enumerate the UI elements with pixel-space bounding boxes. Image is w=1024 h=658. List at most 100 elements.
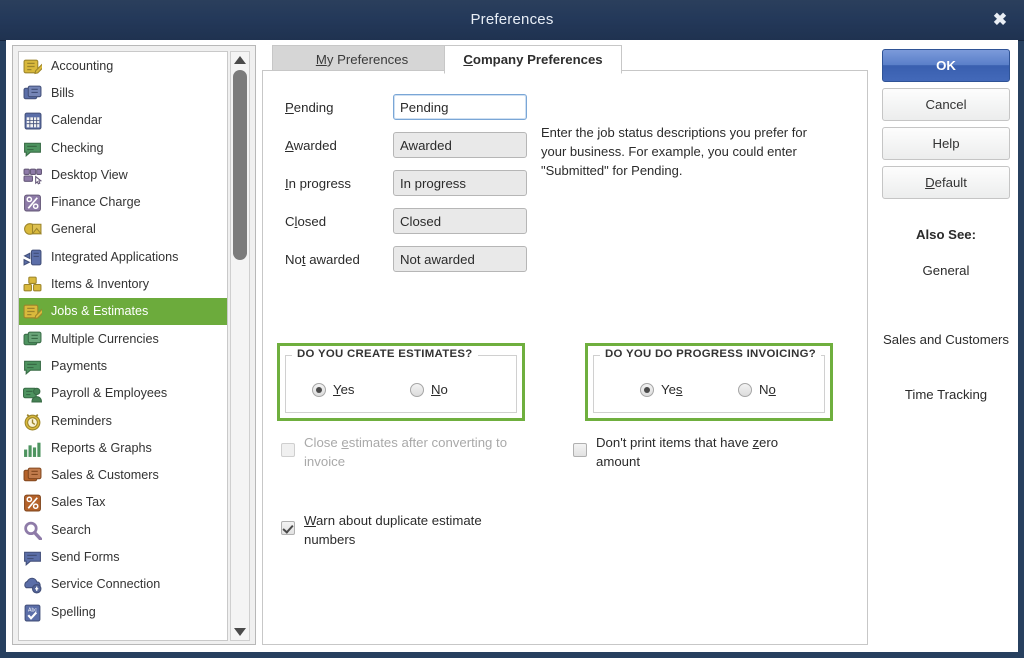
- create-estimates-yes-radio[interactable]: [312, 382, 326, 397]
- job-status-input-0[interactable]: [393, 94, 527, 120]
- help-button[interactable]: Help: [882, 127, 1010, 160]
- sidebar-item-reminders[interactable]: Reminders: [19, 407, 227, 434]
- payments-icon: [23, 357, 43, 375]
- close-estimates-checkbox: [281, 443, 295, 457]
- tab-company-preferences[interactable]: Company Preferences: [444, 45, 622, 74]
- job-status-row: Pending: [285, 93, 527, 121]
- sidebar-item-calendar[interactable]: Calendar: [19, 107, 227, 134]
- ok-button[interactable]: OK: [882, 49, 1010, 82]
- sidebar-item-spelling[interactable]: Abc Spelling: [19, 598, 227, 625]
- sidebar-item-label: Multiple Currencies: [51, 331, 159, 346]
- sidebar-item-search[interactable]: Search: [19, 516, 227, 543]
- progress-invoicing-legend: DO YOU DO PROGRESS INVOICING?: [600, 348, 822, 360]
- reminders-icon: [23, 412, 43, 430]
- sidebar-item-label: Items & Inventory: [51, 277, 149, 292]
- also-see-link-sales-and-customers[interactable]: Sales and Customers: [880, 331, 1012, 349]
- progress-invoicing-yes-radio[interactable]: [640, 382, 654, 397]
- job-status-input-1[interactable]: [393, 132, 527, 158]
- close-icon[interactable]: ✖: [988, 9, 1012, 31]
- cancel-button[interactable]: Cancel: [882, 88, 1010, 121]
- sidebar-item-sales-customers[interactable]: Sales & Customers: [19, 461, 227, 488]
- dont-print-zero-label[interactable]: Don't print items that have zero amount: [596, 433, 823, 471]
- sidebar-item-label: Desktop View: [51, 167, 128, 182]
- job-status-label-4: Not awarded: [285, 251, 360, 267]
- job-status-row: Awarded: [285, 131, 527, 159]
- tab-my-preferences[interactable]: My Preferences: [272, 45, 452, 73]
- create-estimates-no-radio[interactable]: [410, 382, 424, 397]
- job-status-input-4[interactable]: [393, 246, 527, 272]
- warn-duplicate-label[interactable]: Warn about duplicate estimate numbers: [304, 511, 531, 549]
- progress-invoicing-yes-row[interactable]: Yes: [640, 382, 683, 397]
- payroll-employees-icon: [23, 384, 43, 403]
- progress-invoicing-yes-label[interactable]: Yes: [661, 382, 683, 397]
- sidebar-item-label: Bills: [51, 85, 75, 100]
- dialog-body: Accounting Bills Calendar Checking Deskt…: [6, 40, 1018, 652]
- job-status-help-text: Enter the job status descriptions you pr…: [541, 125, 807, 178]
- sidebar-item-items-inventory[interactable]: Items & Inventory: [19, 270, 227, 297]
- create-estimates-yes-label[interactable]: Yes: [333, 382, 355, 397]
- sidebar-item-payroll-employees[interactable]: Payroll & Employees: [19, 380, 227, 407]
- sidebar-item-sales-tax[interactable]: Sales Tax: [19, 489, 227, 516]
- sidebar-item-jobs-estimates[interactable]: Jobs & Estimates: [19, 297, 227, 325]
- window-title: Preferences: [470, 11, 554, 28]
- sidebar-item-accounting[interactable]: Accounting: [19, 52, 227, 79]
- integrated-applications-icon: [23, 248, 43, 266]
- job-status-input-3[interactable]: [393, 208, 527, 234]
- service-connection-icon: [23, 575, 43, 594]
- job-status-label-0: Pending: [285, 99, 334, 115]
- close-estimates-label: Close estimates after converting to invo…: [304, 435, 508, 469]
- create-estimates-no-row[interactable]: No: [410, 382, 448, 397]
- sidebar-item-label: Jobs & Estimates: [51, 304, 149, 319]
- sidebar-item-payments[interactable]: Payments: [19, 352, 227, 379]
- sidebar-item-send-forms[interactable]: Send Forms: [19, 543, 227, 570]
- items-inventory-icon: [23, 275, 43, 293]
- sidebar-list[interactable]: Accounting Bills Calendar Checking Deskt…: [18, 51, 228, 641]
- create-estimates-group: DO YOU CREATE ESTIMATES? Yes No: [277, 343, 525, 421]
- sidebar-item-label: Search: [51, 522, 91, 537]
- also-see-link-general[interactable]: General: [880, 262, 1012, 280]
- scroll-down-arrow-icon[interactable]: [231, 624, 249, 640]
- multiple-currencies-icon: [23, 330, 43, 348]
- also-see-link-time-tracking[interactable]: Time Tracking: [880, 386, 1012, 404]
- sidebar-item-multiple-currencies[interactable]: Multiple Currencies: [19, 325, 227, 352]
- progress-invoicing-no-label[interactable]: No: [759, 382, 776, 397]
- tab-my-preferences-label: My Preferences: [315, 52, 409, 67]
- scrollbar-thumb[interactable]: [233, 70, 247, 260]
- create-estimates-yes-row[interactable]: Yes: [312, 382, 355, 397]
- job-status-label-1: Awarded: [285, 137, 337, 153]
- sidebar-item-label: Sales & Customers: [51, 468, 159, 483]
- warn-duplicate-checkbox-row[interactable]: Warn about duplicate estimate numbers: [281, 511, 531, 549]
- create-estimates-legend: DO YOU CREATE ESTIMATES?: [292, 348, 478, 360]
- sidebar-item-general[interactable]: General: [19, 216, 227, 243]
- sidebar-item-label: Integrated Applications: [51, 249, 179, 264]
- progress-invoicing-no-radio[interactable]: [738, 382, 752, 397]
- create-estimates-no-label[interactable]: No: [431, 382, 448, 397]
- dont-print-zero-checkbox[interactable]: [573, 443, 587, 457]
- bills-icon: [23, 84, 43, 102]
- sidebar-item-label: Send Forms: [51, 549, 120, 564]
- sidebar-item-desktop-view[interactable]: Desktop View: [19, 161, 227, 188]
- sidebar-item-label: Spelling: [51, 604, 96, 619]
- desktop-view-icon: [23, 166, 43, 185]
- button-column: OK Cancel Help Default Also See: General…: [880, 45, 1012, 645]
- sidebar-item-reports-graphs[interactable]: Reports & Graphs: [19, 434, 227, 461]
- sidebar-item-finance-charge[interactable]: Finance Charge: [19, 188, 227, 215]
- sidebar-item-service-connection[interactable]: Service Connection: [19, 571, 227, 598]
- sidebar: Accounting Bills Calendar Checking Deskt…: [12, 45, 256, 645]
- sidebar-item-label: Finance Charge: [51, 195, 141, 210]
- sidebar-item-checking[interactable]: Checking: [19, 134, 227, 161]
- sidebar-item-integrated-applications[interactable]: Integrated Applications: [19, 243, 227, 270]
- progress-invoicing-no-row[interactable]: No: [738, 382, 776, 397]
- default-button[interactable]: Default: [882, 166, 1010, 199]
- job-status-row: In progress: [285, 169, 527, 197]
- dont-print-zero-checkbox-row[interactable]: Don't print items that have zero amount: [573, 433, 823, 471]
- sidebar-scrollbar[interactable]: [230, 51, 250, 641]
- company-preferences-panel: Pending Awarded In progress Closed Not award…: [262, 70, 868, 645]
- sidebar-item-bills[interactable]: Bills: [19, 79, 227, 106]
- sidebar-item-label: Accounting: [51, 58, 114, 73]
- jobs-estimates-icon: [23, 302, 43, 320]
- job-status-input-2[interactable]: [393, 170, 527, 196]
- warn-duplicate-checkbox[interactable]: [281, 521, 295, 535]
- scroll-up-arrow-icon[interactable]: [231, 52, 249, 68]
- tab-strip: My Preferences Company Preferences: [262, 45, 868, 74]
